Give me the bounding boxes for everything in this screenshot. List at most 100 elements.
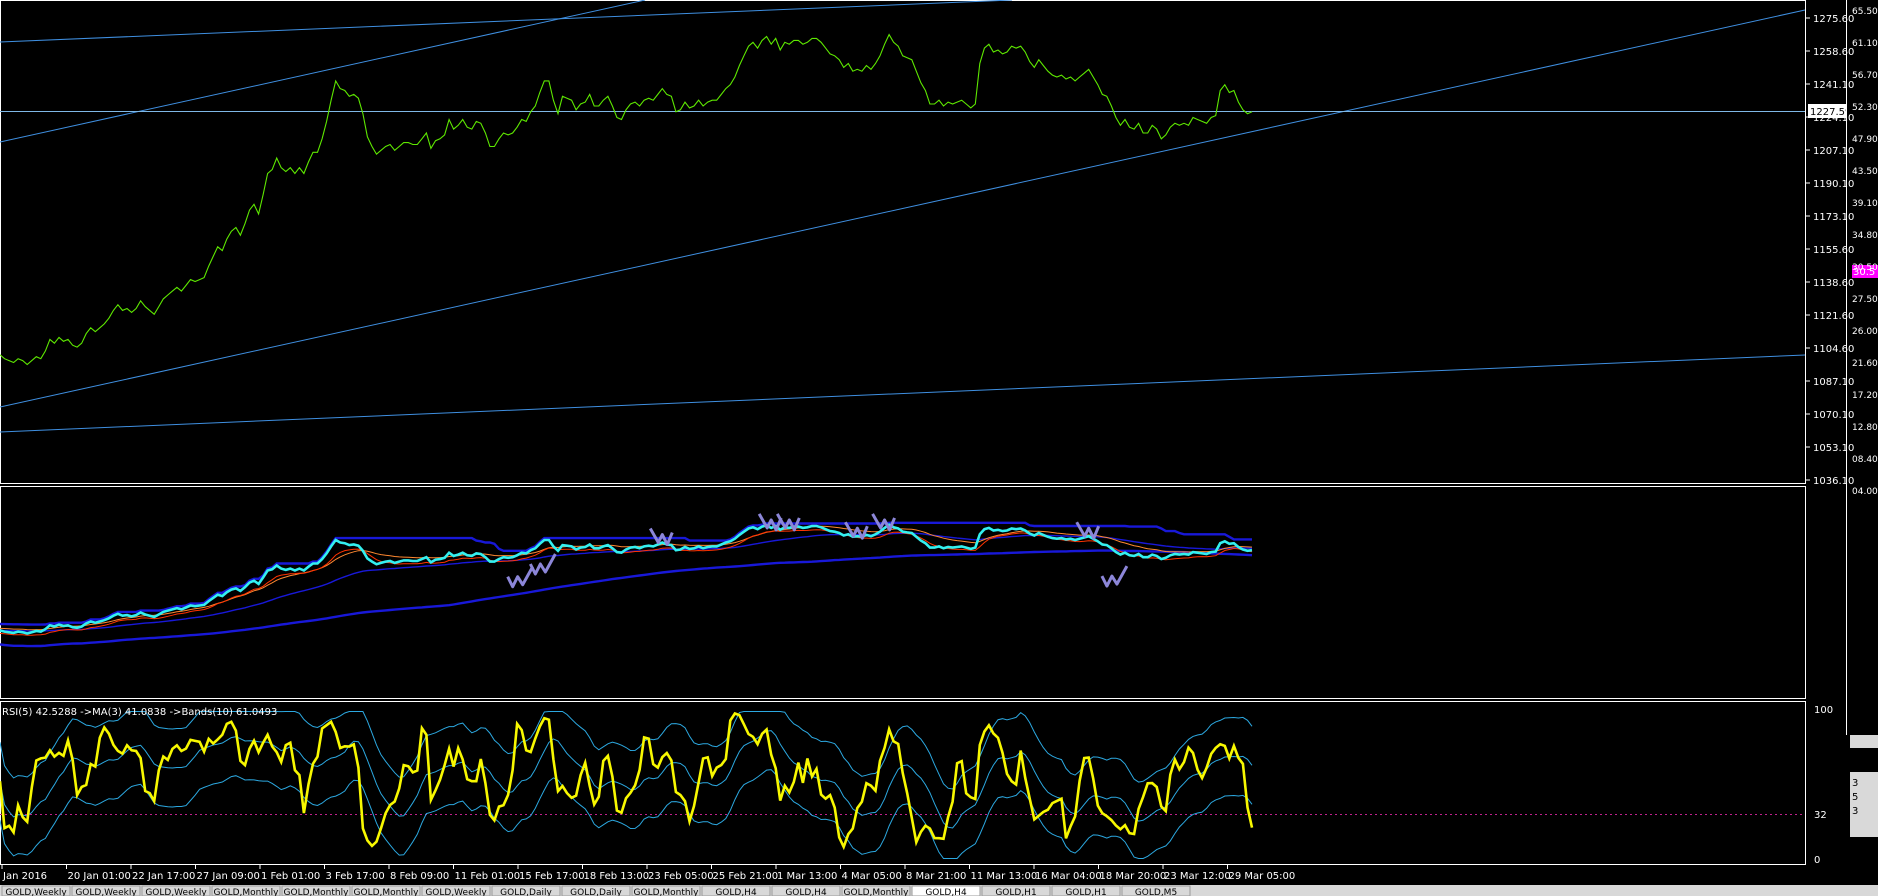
chart-tab[interactable]: GOLD,Monthly xyxy=(841,885,911,896)
chart-tab-label: GOLD,Daily xyxy=(570,888,622,896)
time-axis-label: 4 Mar 05:00 xyxy=(842,871,902,882)
trendline-upper-1[interactable] xyxy=(0,0,646,143)
time-axis-label: 22 Jan 17:00 xyxy=(132,871,195,882)
price-axis-label: 1087.10 xyxy=(1813,377,1854,388)
right-strip-label: 43.50 xyxy=(1852,167,1878,177)
time-axis-label: 18 Mar 20:00 xyxy=(1100,871,1167,882)
chart-tab[interactable]: GOLD,Weekly xyxy=(141,885,211,896)
chart-tab[interactable]: GOLD,H4 xyxy=(701,885,771,896)
price-axis-label: 1070.10 xyxy=(1813,410,1854,421)
time-axis-label: 8 Feb 09:00 xyxy=(390,871,449,882)
chart-tab[interactable]: GOLD,Weekly xyxy=(421,885,491,896)
right-strip-glyph: 5 xyxy=(1852,792,1858,803)
price-axis-label: 1036.10 xyxy=(1813,476,1854,487)
right-strip-label: 65.50 xyxy=(1852,7,1878,17)
price-axis-label: 1258.60 xyxy=(1813,47,1854,58)
right-strip-label: 04.00 xyxy=(1852,487,1878,497)
signal-arrow-icon xyxy=(506,565,534,589)
rsi-label: RSI(5) 42.5288 ->MA(3) 41.0838 ->Bands(1… xyxy=(2,707,277,718)
time-axis-label: Jan 2016 xyxy=(2,871,47,882)
chart-tab[interactable]: GOLD,Monthly xyxy=(281,885,351,896)
time-axis-label: 8 Mar 21:00 xyxy=(906,871,966,882)
right-strip-scroll[interactable] xyxy=(1850,735,1878,748)
price-axis-label: 1275.60 xyxy=(1813,14,1854,25)
price-axis-label: 1190.10 xyxy=(1813,179,1854,190)
right-strip-label: 39.10 xyxy=(1852,199,1878,209)
price-axis-label: 1121.60 xyxy=(1813,311,1854,322)
right-strip-label: 30.50 xyxy=(1852,263,1878,273)
ma-red-line xyxy=(0,529,1253,636)
trendline-support[interactable] xyxy=(0,9,1806,408)
time-axis-label: 16 Mar 04:00 xyxy=(1035,871,1102,882)
time-axis-label: 15 Feb 17:00 xyxy=(519,871,585,882)
right-strip-label: 26.00 xyxy=(1852,327,1878,337)
trading-terminal: 1275.601258.601241.101224.101207.101190.… xyxy=(0,0,1878,896)
time-axis-label: 3 Feb 17:00 xyxy=(326,871,385,882)
indicator-panel[interactable] xyxy=(0,486,1806,699)
time-axis: Jan 2016 20 Jan 01:00 22 Jan 17:00 27 Jan 0… xyxy=(1,865,1295,882)
time-axis-label: 18 Feb 13:00 xyxy=(584,871,650,882)
right-strip-label: 61.10 xyxy=(1852,39,1878,49)
chart-tab[interactable]: GOLD,H4 xyxy=(911,885,981,896)
right-strip-label: 47.90 xyxy=(1852,135,1878,145)
main-chart-panel[interactable] xyxy=(0,0,1806,484)
right-strip-label: 08.40 xyxy=(1852,455,1878,465)
chart-tab-label: GOLD,Monthly xyxy=(214,888,280,896)
right-strip-glyph: 3 xyxy=(1852,806,1858,817)
price-fast-line xyxy=(0,523,1253,635)
chart-tab-label: GOLD,Monthly xyxy=(284,888,350,896)
right-strip-label: 17.20 xyxy=(1852,391,1878,401)
signal-arrow-icon xyxy=(1100,565,1129,588)
current-price-tag: 1227.59 xyxy=(1808,104,1851,118)
price-axis-label: 1138.60 xyxy=(1813,278,1854,289)
chart-tab-label: GOLD,H4 xyxy=(785,888,827,896)
rsi-scale-top: 100 xyxy=(1814,705,1833,716)
trendline-upper-2[interactable] xyxy=(0,0,1013,43)
rsi-band-upper xyxy=(0,711,1253,790)
chart-tab-label: GOLD,H4 xyxy=(715,888,757,896)
time-axis-label: 23 Mar 12:00 xyxy=(1164,871,1231,882)
chart-tab[interactable]: GOLD,H1 xyxy=(981,885,1051,896)
chart-tab[interactable]: GOLD,Weekly xyxy=(1,885,71,896)
right-strip-label: 34.80 xyxy=(1852,231,1878,241)
price-axis-label: 1207.10 xyxy=(1813,146,1854,157)
right-strip-glyph: 3 xyxy=(1852,778,1858,789)
chart-tab-label: GOLD,M5 xyxy=(1135,888,1177,896)
price-axis-label: 1241.10 xyxy=(1813,80,1854,91)
price-axis-label: 1104.60 xyxy=(1813,344,1854,355)
chart-tab[interactable]: GOLD,Monthly xyxy=(351,885,421,896)
chart-tab-label: GOLD,Weekly xyxy=(75,888,137,896)
chart-tab[interactable]: GOLD,Daily xyxy=(491,885,561,896)
chart-tab-label: GOLD,Weekly xyxy=(5,888,67,896)
right-strip-label: 52.30 xyxy=(1852,103,1878,113)
price-axis-label: 1173.10 xyxy=(1813,212,1854,223)
time-axis-label: 23 Feb 05:00 xyxy=(648,871,714,882)
band-middle-line xyxy=(0,532,1253,632)
time-axis-label: 27 Jan 09:00 xyxy=(197,871,260,882)
right-strip-glyph: e xyxy=(1852,764,1858,775)
right-strip-label: 56.70 xyxy=(1852,71,1878,81)
time-axis-label: 11 Feb 01:00 xyxy=(455,871,521,882)
chart-tab-label: GOLD,Monthly xyxy=(634,888,700,896)
time-axis-label: 1 Feb 01:00 xyxy=(261,871,320,882)
chart-tab-label: GOLD,Monthly xyxy=(354,888,420,896)
chart-tab[interactable]: GOLD,Weekly xyxy=(71,885,141,896)
price-axis-label: 1155.60 xyxy=(1813,245,1854,256)
time-axis-label: 20 Jan 01:00 xyxy=(68,871,131,882)
right-strip-label: 12.80 xyxy=(1852,423,1878,433)
chart-tab-label: GOLD,Monthly xyxy=(844,888,910,896)
chart-tab[interactable]: GOLD,H1 xyxy=(1051,885,1121,896)
chart-tab[interactable]: GOLD,M5 xyxy=(1121,885,1191,896)
current-price-label: 1227.59 xyxy=(1810,107,1851,118)
chart-tab[interactable]: GOLD,Monthly xyxy=(631,885,701,896)
right-strip-label: 27.50 xyxy=(1852,295,1878,305)
band-lower-line xyxy=(0,549,1253,648)
chart-tab[interactable]: GOLD,Monthly xyxy=(211,885,281,896)
chart-tab[interactable]: GOLD,Daily xyxy=(561,885,631,896)
rsi-scale-bottom: 0 xyxy=(1814,855,1820,866)
rsi-line xyxy=(0,711,1254,851)
chart-tab[interactable]: GOLD,H4 xyxy=(771,885,841,896)
trendline-lower[interactable] xyxy=(0,354,1806,433)
chart-tab-label: GOLD,H1 xyxy=(995,888,1036,896)
chart-tab-label: GOLD,Daily xyxy=(500,888,552,896)
